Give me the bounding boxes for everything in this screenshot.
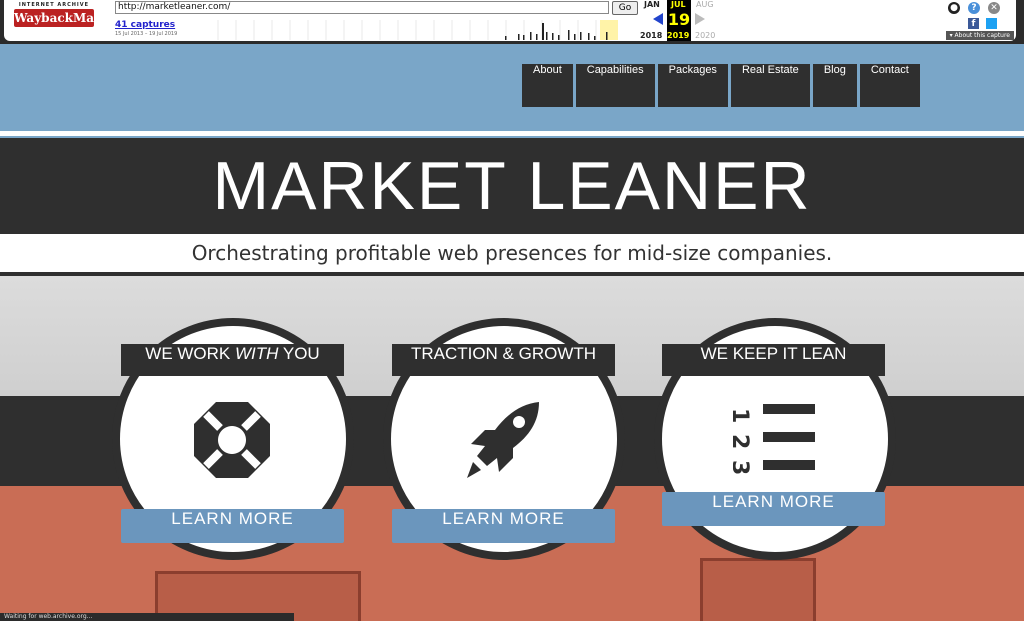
feature-label-1-b: YOU [278,344,320,363]
nav-packages[interactable]: Packages [657,64,728,107]
title-band: MARKET LEANER [0,138,1024,234]
current-day: 19 [667,10,691,29]
wayback-panel: INTERNET ARCHIVE WaybackMachine http://m… [4,0,1016,41]
twitter-icon[interactable] [986,18,997,29]
learn-more-button-2[interactable]: LEARN MORE [392,509,615,543]
capture-date-range: 15 Jul 2013 – 19 Jul 2019 [115,31,178,37]
browser-status-bar: Waiting for web.archive.org... [0,613,294,621]
wayback-logo[interactable]: INTERNET ARCHIVE WaybackMachine [14,2,131,32]
logo-main-text: WaybackMachine [14,9,131,27]
month-prev[interactable]: JAN [644,0,660,9]
list-number-2: 2 [733,434,752,449]
tagline-band: Orchestrating profitable web presences f… [0,234,1024,272]
feature-label-1-em: WITH [235,344,279,363]
captures-link[interactable]: 41 captures [115,20,175,30]
main-nav: About Capabilities Packages Real Estate … [522,64,920,107]
about-capture-link[interactable]: ▾ About this capture [945,31,1014,40]
learn-more-button-1[interactable]: LEARN MORE [121,509,344,543]
logo-top-text: INTERNET ARCHIVE [18,2,90,8]
month-navigator: JAN JUL AUG 19 2018 2019 2020 [640,0,720,41]
close-icon[interactable]: ✕ [988,2,1000,14]
capture-sparkline[interactable] [200,20,636,40]
door-right [700,558,816,621]
nav-real-estate[interactable]: Real Estate [730,64,810,107]
site-title[interactable]: MARKET LEANER [0,138,1024,234]
feature-label-1-a: WE WORK [145,344,235,363]
nav-capabilities[interactable]: Capabilities [575,64,655,107]
nav-blog[interactable]: Blog [812,64,857,107]
month-next: AUG [696,0,714,9]
list-number-3: 3 [733,460,752,475]
list-number-1: 1 [733,408,752,423]
year-prev[interactable]: 2018 [640,31,662,40]
tagline: Orchestrating profitable web presences f… [191,241,833,265]
header-rule [0,131,1024,136]
rocket-icon [467,402,539,478]
year-next: 2020 [695,31,716,40]
month-current: JUL [671,0,686,9]
lifebuoy-icon [194,402,270,478]
feature-label-2: TRACTION & GROWTH [392,344,615,376]
nav-about[interactable]: About [522,64,573,107]
account-icon[interactable]: ● [948,2,960,14]
prev-arrow-icon[interactable] [653,13,663,25]
numbered-list-icon: 1 2 3 [733,404,815,475]
next-arrow-icon [695,13,705,25]
facebook-icon[interactable]: f [968,18,979,29]
learn-more-button-3[interactable]: LEARN MORE [662,492,885,526]
feature-label-3: WE KEEP IT LEAN [662,344,885,376]
about-capture-label: About this capture [954,32,1010,39]
feature-label-1: WE WORK WITH YOU [121,344,344,376]
year-current: 2019 [667,31,690,40]
nav-contact[interactable]: Contact [859,64,920,107]
wayback-toolbar: INTERNET ARCHIVE WaybackMachine http://m… [0,0,1024,44]
hero-section: WE WORK WITH YOU LEARN MORE TRACTION & G… [0,276,1024,621]
help-icon[interactable]: ? [968,2,980,14]
go-button[interactable]: Go [612,1,638,15]
url-input[interactable]: http://marketleaner.com/ [115,1,609,14]
